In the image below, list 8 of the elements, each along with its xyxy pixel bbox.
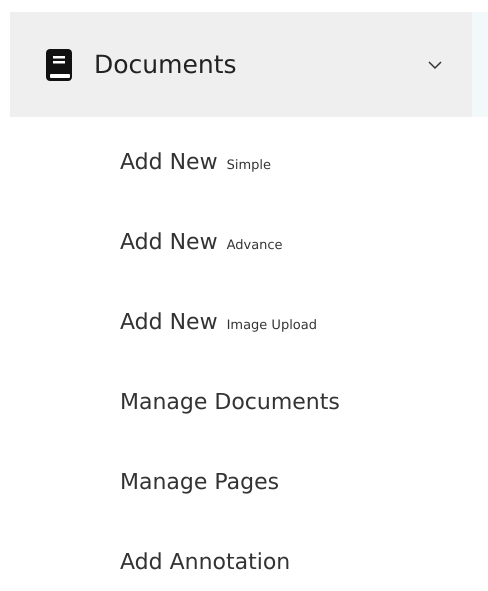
menu-item[interactable]: Manage Documents	[10, 363, 472, 443]
book-icon	[46, 48, 72, 80]
menu-item[interactable]: Manage Pages	[10, 443, 472, 523]
menu-item[interactable]: Add Annotation	[10, 523, 472, 591]
menu-header[interactable]: Documents	[10, 12, 472, 117]
menu-item[interactable]: Add New Simple	[10, 123, 472, 203]
menu-item[interactable]: Add New Advance	[10, 203, 472, 283]
menu-item[interactable]: Add New Image Upload	[10, 283, 472, 363]
